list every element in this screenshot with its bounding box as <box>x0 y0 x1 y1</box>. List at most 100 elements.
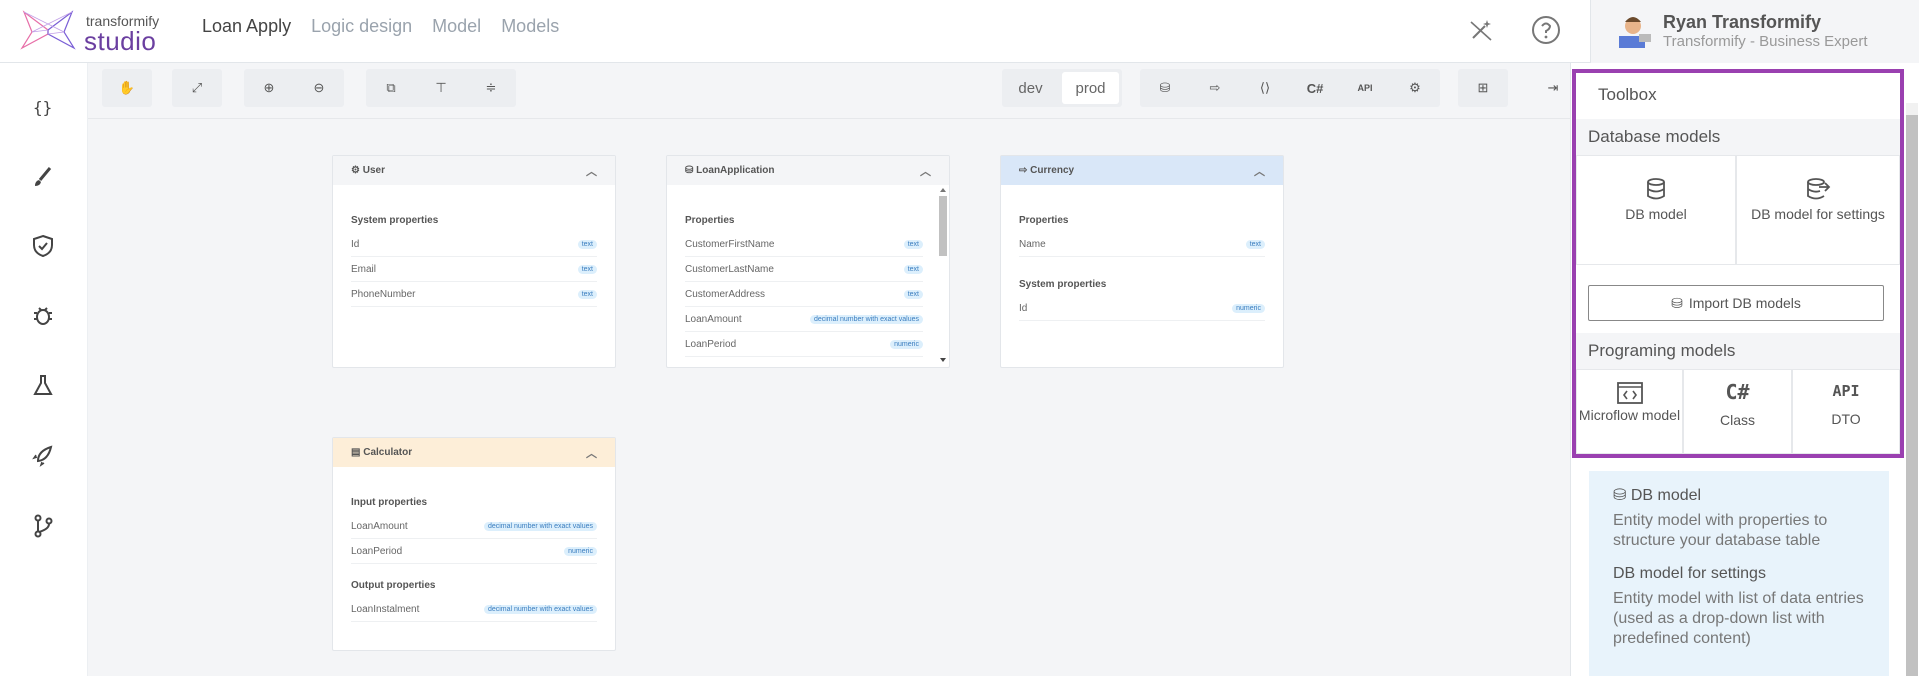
toolbox-scrollbar[interactable] <box>1906 103 1918 676</box>
property-row[interactable]: LoanPeriod numeric <box>685 332 923 357</box>
nav-logic-design[interactable]: Logic design <box>311 16 412 37</box>
scrollbar-thumb[interactable] <box>1906 115 1918 676</box>
user-profile[interactable]: Ryan Transformify Transformify - Busines… <box>1590 0 1919 63</box>
csharp-icon: C# <box>1306 80 1324 96</box>
property-name: Id <box>1019 302 1028 314</box>
type-badge: decimal number with exact values <box>809 314 923 324</box>
git-branch-icon[interactable] <box>30 513 56 539</box>
property-row[interactable]: LoanPeriod numeric <box>351 539 597 564</box>
entity-title-row: ⇨ Currency <box>1019 165 1254 176</box>
add-microflow-button[interactable]: ⟨⟩ <box>1240 69 1290 107</box>
property-row[interactable]: CustomerLastName text <box>685 257 923 282</box>
top-bar: transformify studio Loan Apply Logic des… <box>0 0 1919 63</box>
entity-title-row: ⚙ User <box>351 165 586 176</box>
add-dto-button[interactable]: API <box>1340 69 1390 107</box>
chevron-up-icon[interactable]: ︿ <box>920 163 931 179</box>
property-row[interactable]: Id numeric <box>1019 296 1265 321</box>
help-icon[interactable] <box>1530 14 1562 46</box>
toolbox-class[interactable]: C# Class <box>1683 369 1792 454</box>
type-badge: text <box>903 239 923 249</box>
entity-calculator[interactable]: ▤ Calculator ︿ Input properties LoanAmou… <box>332 437 616 651</box>
align-middle-button[interactable]: ≑ <box>466 69 516 107</box>
property-row[interactable]: CustomerAddress text <box>685 282 923 307</box>
property-row[interactable]: PhoneNumber text <box>351 282 597 307</box>
curly-braces-icon[interactable]: {} <box>30 95 56 121</box>
entity-scrollbar[interactable] <box>938 186 948 366</box>
section-title: Input properties <box>351 497 428 508</box>
settings-button[interactable]: ⚙ <box>1390 69 1440 107</box>
pan-button[interactable]: ✋ <box>102 69 152 107</box>
toolbox-panel: Toolbox Database models DB model DB mode… <box>1570 63 1919 676</box>
zoom-out-icon: ⊖ <box>313 80 325 95</box>
toolbar-group-fit: ⤢ <box>172 69 222 107</box>
entity-header[interactable]: ⇨ Currency ︿ <box>1001 156 1283 185</box>
magic-wand-off-icon[interactable] <box>1465 14 1497 46</box>
nav-model[interactable]: Model <box>432 16 481 37</box>
add-db-settings-button[interactable]: ⇨ <box>1190 69 1240 107</box>
property-row[interactable]: LoanInstalment decimal number with exact … <box>351 597 597 622</box>
arrange-icon: ⧉ <box>386 80 396 95</box>
breadcrumb: Loan Apply Logic design Model Models <box>202 16 559 37</box>
toolbox-info-panel: ⛁ DB model Entity model with properties … <box>1589 471 1889 676</box>
entity-loan-application[interactable]: ⛁ LoanApplication ︿ Properties CustomerF… <box>666 155 950 368</box>
toolbar-group-add-models: ⛁ ⇨ ⟨⟩ C# API ⚙ <box>1140 69 1440 107</box>
zoom-out-button[interactable]: ⊖ <box>294 69 344 107</box>
canvas-toolbar: ✋ ⤢ ⊕ ⊖ ⧉ ⊤ ≑ dev prod ⛁ ⇨ ⟨⟩ C# API ⚙ ⊞… <box>88 63 1570 119</box>
add-db-model-button[interactable]: ⛁ <box>1140 69 1190 107</box>
property-row[interactable]: Email text <box>351 257 597 282</box>
property-name: PhoneNumber <box>351 288 416 300</box>
property-row[interactable]: LoanAmount decimal number with exact valu… <box>685 307 923 332</box>
toolbox-db-model-settings-label: DB model for settings <box>1751 206 1885 222</box>
property-row[interactable]: Id text <box>351 232 597 257</box>
database-settings-icon: ⇨ <box>1019 165 1031 176</box>
zoom-in-button[interactable]: ⊕ <box>244 69 294 107</box>
section-title: Properties <box>685 215 735 226</box>
microflow-icon <box>1616 382 1643 404</box>
property-row[interactable]: LoanAmount decimal number with exact valu… <box>351 514 597 539</box>
type-badge: text <box>903 289 923 299</box>
toolbox-db-model-settings[interactable]: DB model for settings <box>1736 155 1900 265</box>
app-logo[interactable]: transformify studio <box>18 8 178 56</box>
add-class-button[interactable]: C# <box>1290 69 1340 107</box>
section-title: Output properties <box>351 580 436 591</box>
import-db-models-button[interactable]: ⛁ Import DB models <box>1588 285 1884 321</box>
chevron-up-icon[interactable]: ︿ <box>586 163 597 179</box>
env-dev[interactable]: dev <box>1002 69 1059 107</box>
entity-header[interactable]: ▤ Calculator ︿ <box>333 438 615 467</box>
property-row[interactable]: CustomerFirstName text <box>685 232 923 257</box>
entity-header[interactable]: ⛁ LoanApplication ︿ <box>667 156 949 185</box>
type-badge: text <box>577 264 597 274</box>
entity-currency[interactable]: ⇨ Currency ︿ Properties Name text System … <box>1000 155 1284 368</box>
toolbox-db-model[interactable]: DB model <box>1576 155 1736 265</box>
logo-studio: studio <box>84 26 157 56</box>
bug-icon[interactable] <box>30 303 56 329</box>
arrange-button[interactable]: ⧉ <box>366 69 416 107</box>
model-canvas[interactable]: ✋ ⤢ ⊕ ⊖ ⧉ ⊤ ≑ dev prod ⛁ ⇨ ⟨⟩ C# API ⚙ ⊞… <box>88 63 1570 676</box>
entity-user[interactable]: ⚙ User ︿ System properties Id text Email t… <box>332 155 616 368</box>
flask-icon[interactable] <box>30 373 56 399</box>
toolbox-dto[interactable]: API DTO <box>1792 369 1900 454</box>
chevron-up-icon[interactable]: ︿ <box>586 445 597 461</box>
nav-models[interactable]: Models <box>501 16 559 37</box>
shield-check-icon[interactable] <box>30 233 56 259</box>
table-view-button[interactable]: ⊞ <box>1458 69 1508 107</box>
entity-title: LoanApplication <box>696 165 775 176</box>
entity-header[interactable]: ⚙ User ︿ <box>333 156 615 185</box>
property-row[interactable]: Name text <box>1019 232 1265 257</box>
toolbox-db-model-label: DB model <box>1625 206 1687 222</box>
chevron-up-icon[interactable]: ︿ <box>1254 163 1265 179</box>
toolbox-microflow-model[interactable]: Microflow model <box>1576 369 1683 454</box>
toolbar-group-zoom: ⊕ ⊖ <box>244 69 344 107</box>
nav-loan-apply[interactable]: Loan Apply <box>202 16 291 37</box>
env-prod[interactable]: prod <box>1062 72 1119 104</box>
type-badge: numeric <box>1232 303 1265 313</box>
align-top-button[interactable]: ⊤ <box>416 69 466 107</box>
rocket-icon[interactable] <box>30 443 56 469</box>
brush-icon[interactable] <box>30 164 56 190</box>
property-name: LoanAmount <box>685 313 742 325</box>
fit-screen-button[interactable]: ⤢ <box>172 69 222 107</box>
type-badge: text <box>1245 239 1265 249</box>
api-icon: API <box>1357 83 1373 93</box>
property-name: Name <box>1019 238 1046 250</box>
toolbox-dto-label: DTO <box>1831 411 1861 427</box>
